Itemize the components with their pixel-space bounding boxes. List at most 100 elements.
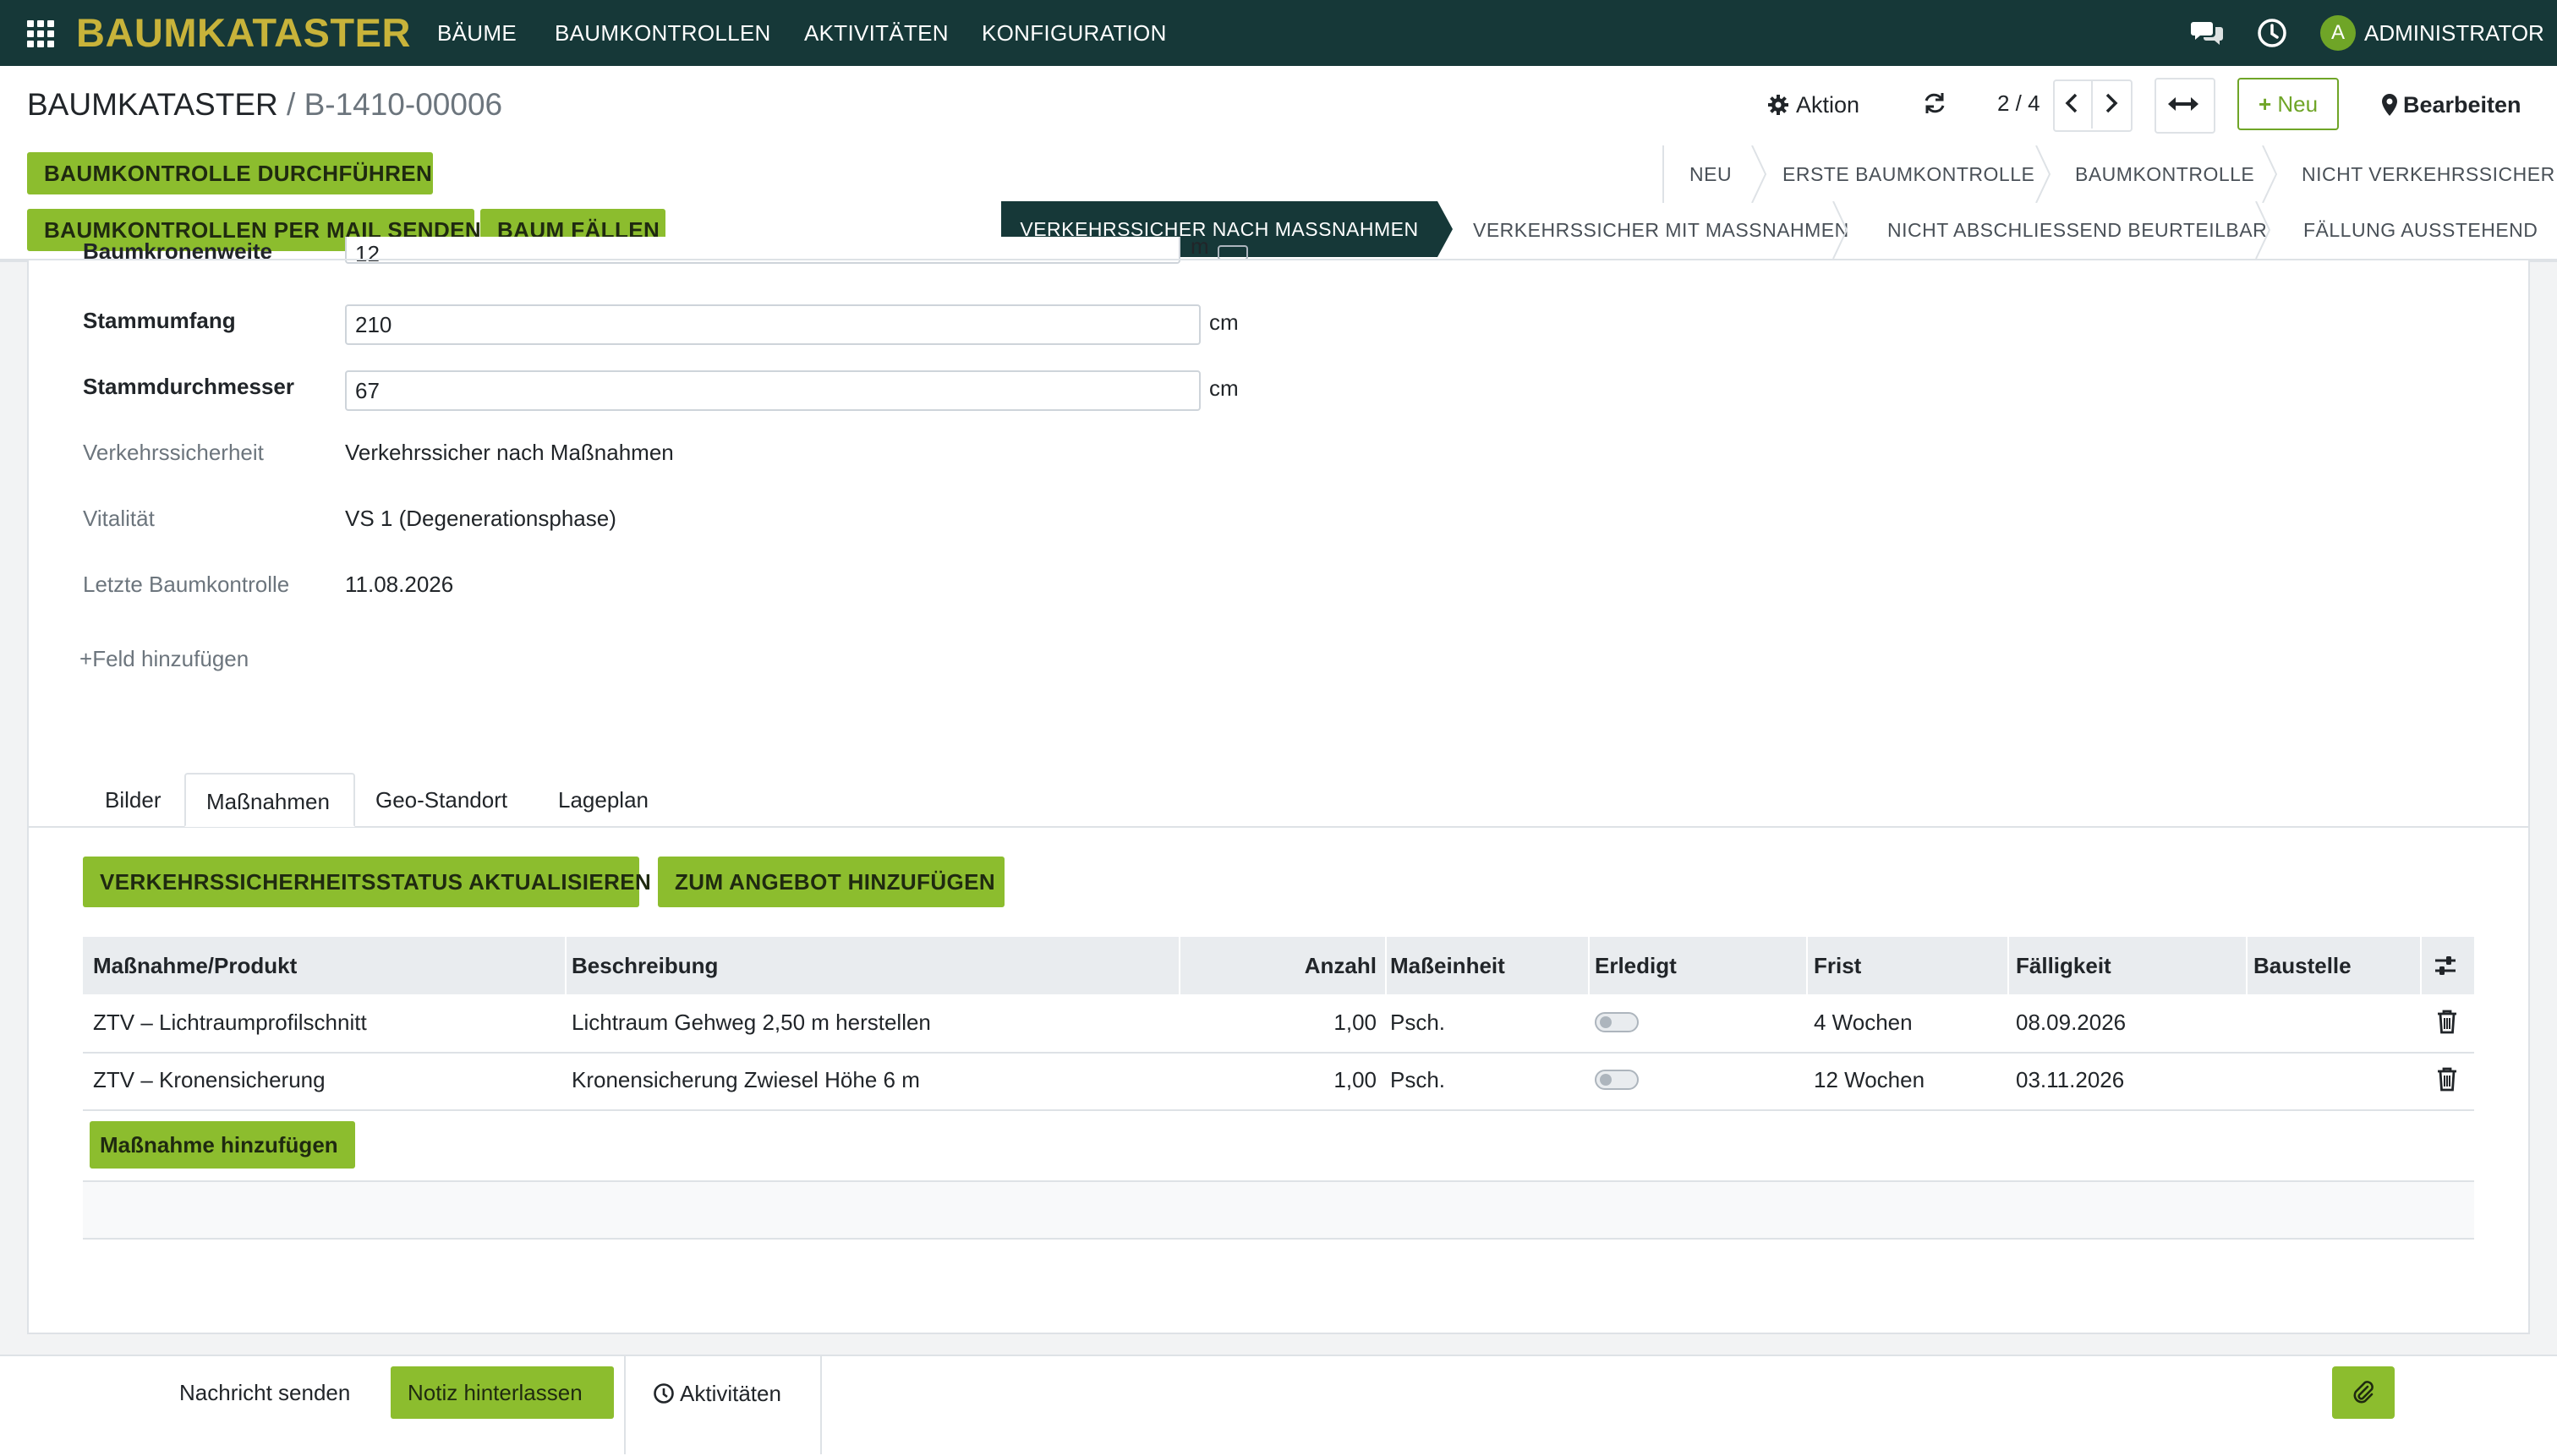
- send-message-button[interactable]: Nachricht senden: [179, 1378, 350, 1407]
- table-footer: [83, 1182, 2474, 1240]
- user-menu[interactable]: ADMINISTRATOR: [2364, 19, 2544, 47]
- trash-icon[interactable]: [2435, 1065, 2459, 1092]
- breadcrumb-current: B-1410-00006: [304, 87, 503, 122]
- row2-deadline[interactable]: 12 Wochen: [1814, 1065, 1925, 1094]
- statusbar-divider: [1662, 145, 1664, 203]
- column-separator: [2420, 937, 2422, 994]
- tab-massnahmen[interactable]: Maßnahmen: [184, 773, 355, 827]
- app-brand[interactable]: BAUMKATASTER: [76, 8, 411, 57]
- stage-verkehrssicher-mit-massnahmen[interactable]: VERKEHRSSICHER MIT MASSNAHMEN: [1473, 201, 1849, 259]
- letzte-baumkontrolle-value: 11.08.2026: [345, 572, 454, 597]
- refresh-icon[interactable]: [1922, 90, 1947, 116]
- column-header-quantity[interactable]: Anzahl: [1184, 937, 1377, 994]
- stage-baumkontrolle[interactable]: BAUMKONTROLLE: [2075, 145, 2254, 203]
- chatter-bar: [0, 1355, 2557, 1456]
- active-stage-arrow: [1437, 201, 1453, 257]
- row2-done-toggle[interactable]: [1595, 1070, 1639, 1090]
- log-note-button[interactable]: Notiz hinterlassen: [391, 1366, 614, 1419]
- row1-deadline[interactable]: 4 Wochen: [1814, 1008, 1913, 1037]
- update-safety-status-button[interactable]: VERKEHRSSICHERHEITSSTATUS AKTUALISIEREN: [83, 857, 651, 907]
- action-button[interactable]: Aktion: [1767, 88, 1859, 122]
- column-separator: [2007, 937, 2009, 994]
- row2-due[interactable]: 03.11.2026: [2016, 1065, 2124, 1094]
- tab-lageplan[interactable]: Lageplan: [538, 773, 669, 827]
- statusbar-row-2: VERKEHRSSICHER MIT MASSNAHMEN NICHT ABSC…: [1454, 201, 2557, 259]
- column-header-unit[interactable]: Maßeinheit: [1390, 937, 1505, 994]
- stammdurchmesser-unit: cm: [1209, 375, 1239, 401]
- stage-chevron: [1751, 145, 1767, 203]
- add-to-offer-button[interactable]: ZUM ANGEBOT HINZUFÜGEN: [658, 857, 1005, 907]
- breadcrumb-root[interactable]: BAUMKATASTER: [27, 87, 278, 122]
- perform-check-button[interactable]: BAUMKONTROLLE DURCHFÜHREN: [27, 152, 433, 194]
- stage-nicht-verkehrssicher[interactable]: NICHT VERKEHRSSICHER: [2302, 145, 2555, 203]
- gear-icon: [1768, 95, 1788, 115]
- avatar[interactable]: A: [2320, 15, 2356, 51]
- apps-grid-icon[interactable]: [27, 20, 54, 47]
- add-measure-button[interactable]: Maßnahme hinzufügen: [90, 1121, 355, 1169]
- row1-product[interactable]: ZTV – Lichtraumprofilschnitt: [93, 1008, 367, 1037]
- column-header-due[interactable]: Fälligkeit: [2016, 937, 2111, 994]
- menu-konfiguration[interactable]: KONFIGURATION: [982, 19, 1167, 47]
- pager-value[interactable]: 2 / 4: [1997, 89, 2040, 118]
- edit-button[interactable]: Bearbeiten: [2381, 88, 2521, 122]
- menu-baumkontrollen[interactable]: BAUMKONTROLLEN: [555, 19, 771, 47]
- new-button[interactable]: + Neu: [2237, 78, 2339, 130]
- column-header-site[interactable]: Baustelle: [2253, 937, 2352, 994]
- menu-baeume[interactable]: BÄUME: [437, 19, 517, 47]
- row1-quantity[interactable]: 1,00: [1184, 1008, 1377, 1037]
- partial-field-row: Baumkronenweite 12 m: [83, 237, 1267, 279]
- stage-nicht-abschliessend-beurteilbar[interactable]: NICHT ABSCHLIESSEND BEURTEILBAR: [1887, 201, 2267, 259]
- pager-divider: [2091, 79, 2093, 129]
- map-marker-icon: [2382, 94, 2397, 116]
- stage-erste-baumkontrolle[interactable]: ERSTE BAUMKONTROLLE: [1782, 145, 2034, 203]
- edit-label: Bearbeiten: [2403, 92, 2521, 118]
- column-header-done[interactable]: Erledigt: [1595, 937, 1677, 994]
- new-label: Neu: [2277, 91, 2319, 117]
- column-header-product[interactable]: Maßnahme/Produkt: [93, 937, 297, 994]
- chevron-left-icon[interactable]: [2060, 90, 2085, 116]
- control-border: [0, 259, 2557, 260]
- activities-button[interactable]: Aktivitäten: [624, 1356, 822, 1454]
- column-separator: [1588, 937, 1590, 994]
- row2-product[interactable]: ZTV – Kronensicherung: [93, 1065, 326, 1094]
- row1-done-toggle[interactable]: [1595, 1012, 1639, 1032]
- expand-arrows-icon: [2168, 97, 2198, 111]
- stammumfang-input[interactable]: 210: [345, 304, 1201, 345]
- paperclip-icon: [2353, 1381, 2374, 1404]
- stage-chevron: [2255, 201, 2271, 259]
- stage-chevron: [2262, 145, 2278, 203]
- stammumfang-unit: cm: [1209, 309, 1239, 335]
- chat-icon[interactable]: [2190, 15, 2226, 51]
- add-field-link[interactable]: +Feld hinzufügen: [79, 644, 249, 673]
- stage-neu[interactable]: NEU: [1689, 145, 1732, 203]
- vitalitaet-value: VS 1 (Degenerationsphase): [345, 506, 616, 531]
- row-divider: [83, 1052, 2474, 1054]
- row-divider: [83, 1109, 2474, 1111]
- field-label-verkehrssicherheit: Verkehrssicherheit: [83, 440, 264, 465]
- row2-description[interactable]: Kronensicherung Zwiesel Höhe 6 m: [572, 1065, 920, 1094]
- column-separator: [1179, 937, 1180, 994]
- column-header-deadline[interactable]: Frist: [1814, 937, 1861, 994]
- menu-aktivitaeten[interactable]: AKTIVITÄTEN: [804, 19, 949, 47]
- stammdurchmesser-input[interactable]: 67: [345, 370, 1201, 411]
- row1-description[interactable]: Lichtraum Gehweg 2,50 m herstellen: [572, 1008, 931, 1037]
- plus-icon: +: [79, 646, 93, 671]
- tab-geo-standort[interactable]: Geo-Standort: [355, 773, 528, 827]
- chevron-right-icon[interactable]: [2098, 90, 2123, 116]
- column-header-description[interactable]: Beschreibung: [572, 937, 718, 994]
- column-settings-icon[interactable]: [2432, 952, 2459, 979]
- tab-bilder[interactable]: Bilder: [85, 773, 181, 827]
- kronenweite-value: 12: [355, 241, 380, 266]
- stage-faellung-ausstehend[interactable]: FÄLLUNG AUSSTEHEND: [2303, 201, 2538, 259]
- row2-unit[interactable]: Psch.: [1390, 1065, 1445, 1094]
- kronenweite-unit: m: [1191, 237, 1209, 259]
- row1-due[interactable]: 08.09.2026: [2016, 1008, 2126, 1037]
- attach-button[interactable]: [2332, 1366, 2395, 1419]
- row1-unit[interactable]: Psch.: [1390, 1008, 1445, 1037]
- table-bottom-border: [83, 1238, 2474, 1240]
- row2-quantity[interactable]: 1,00: [1184, 1065, 1377, 1094]
- trash-icon[interactable]: [2435, 1008, 2459, 1035]
- verkehrssicherheit-value: Verkehrssicher nach Maßnahmen: [345, 440, 674, 465]
- add-field-label: Feld hinzufügen: [92, 646, 249, 671]
- clock-icon[interactable]: [2254, 15, 2290, 51]
